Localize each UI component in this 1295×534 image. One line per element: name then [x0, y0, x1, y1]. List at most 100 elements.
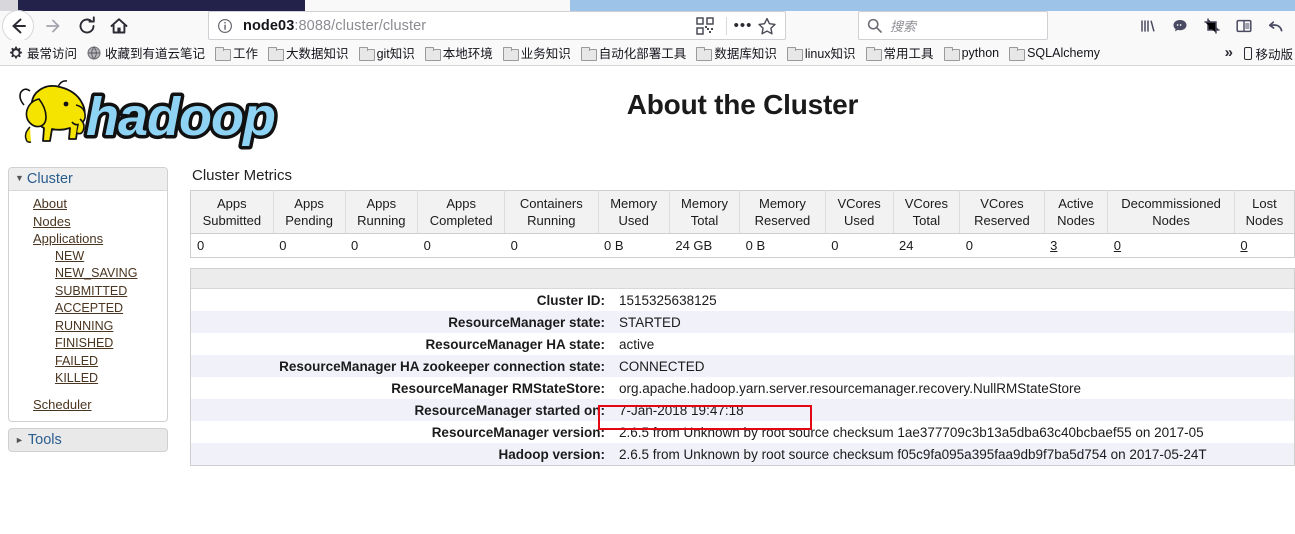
bookmark-item[interactable]: python	[939, 42, 1005, 64]
undo-icon[interactable]	[1268, 18, 1284, 39]
col-memory-total[interactable]: Memory Total	[668, 190, 740, 234]
chevron-right-icon: ►	[15, 435, 24, 445]
bookmark-label: python	[961, 45, 1000, 60]
bookmark-label: 常用工具	[883, 47, 934, 61]
bookmark-label: 业务知识	[520, 47, 571, 61]
table-row: ResourceManager HA state: active	[191, 333, 1294, 355]
link-active-nodes[interactable]: 3	[1050, 238, 1057, 253]
mobile-bookmarks-item[interactable]: 移动版	[1244, 44, 1293, 63]
sidebar-item-new-saving[interactable]: NEW_SAVING	[9, 265, 167, 283]
sidebar-cluster-links: About Nodes Applications NEW NEW_SAVING …	[9, 191, 167, 421]
reload-icon[interactable]	[74, 13, 100, 39]
sidebar-item-new[interactable]: NEW	[9, 248, 167, 266]
value-hadoop-version: 2.6.5 from Unknown by root source checks…	[613, 443, 1294, 465]
label-rm-version: ResourceManager version:	[191, 421, 613, 443]
pocket-icon[interactable]	[1172, 18, 1188, 39]
col-apps-submitted[interactable]: Apps Submitted	[190, 190, 274, 234]
url-path: :8088/cluster/cluster	[294, 17, 427, 34]
bookmark-item[interactable]: 最常访问	[4, 42, 82, 64]
sidebar-item-applications[interactable]: Applications	[9, 230, 167, 248]
bookmark-star-icon[interactable]	[757, 17, 779, 35]
col-lost-nodes[interactable]: Lost Nodes	[1233, 190, 1295, 234]
val-apps-submitted: 0	[190, 233, 274, 258]
col-vcores-reserved[interactable]: VCores Reserved	[959, 190, 1045, 234]
address-bar[interactable]: node03:8088/cluster/cluster •••	[208, 11, 786, 40]
folder-icon	[696, 46, 713, 61]
col-containers-running[interactable]: Containers Running	[504, 190, 598, 234]
sidebar-cluster-header[interactable]: ▼ Cluster	[9, 168, 167, 191]
page-title: About the Cluster	[626, 89, 859, 120]
reader-view-icon[interactable]	[1236, 18, 1252, 39]
label-rm-statestore: ResourceManager RMStateStore:	[191, 377, 613, 399]
active-tab-sliver[interactable]	[18, 0, 305, 11]
bookmark-item[interactable]: 自动化部署工具	[576, 42, 692, 64]
bookmark-item[interactable]: 业务知识	[498, 42, 576, 64]
bookmark-label: 大数据知识	[286, 47, 349, 61]
bookmark-item[interactable]: linux知识	[782, 42, 861, 64]
folder-icon	[943, 46, 960, 61]
screenshot-crop-icon[interactable]	[1204, 18, 1220, 39]
folder-icon	[1009, 46, 1026, 61]
sidebar-item-accepted[interactable]: ACCEPTED	[9, 300, 167, 318]
col-memory-used[interactable]: Memory Used	[597, 190, 670, 234]
col-apps-completed[interactable]: Apps Completed	[417, 190, 505, 234]
folder-icon	[580, 46, 597, 61]
col-apps-running[interactable]: Apps Running	[344, 190, 418, 234]
bookmark-label: 本地环境	[442, 47, 493, 61]
sidebar-tools-header[interactable]: ► Tools	[8, 428, 168, 452]
bookmarks-overflow-chevron[interactable]: »	[1225, 44, 1233, 61]
bookmark-label: linux知识	[804, 47, 856, 61]
bookmark-label: 最常访问	[27, 47, 78, 61]
bookmark-item[interactable]: SQLAlchemy	[1004, 42, 1105, 64]
table-row: ResourceManager version: 2.6.5 from Unkn…	[191, 421, 1294, 443]
bookmark-item[interactable]: git知识	[354, 42, 420, 64]
folder-icon	[358, 46, 375, 61]
val-containers-running: 0	[504, 233, 598, 258]
col-apps-pending[interactable]: Apps Pending	[272, 190, 346, 234]
bookmark-item[interactable]: 大数据知识	[263, 42, 354, 64]
qr-code-icon[interactable]	[696, 16, 714, 35]
bookmark-label: 数据库知识	[714, 47, 777, 61]
col-vcores-total[interactable]: VCores Total	[892, 190, 960, 234]
divider	[726, 16, 727, 35]
bookmark-item[interactable]: 常用工具	[861, 42, 939, 64]
forward-arrow-icon[interactable]	[40, 13, 66, 39]
home-icon[interactable]	[106, 13, 132, 39]
address-bar-actions: •••	[696, 16, 785, 35]
page-actions-icon[interactable]: •••	[733, 17, 753, 34]
sidebar-item-finished[interactable]: FINISHED	[9, 335, 167, 353]
bookmark-item[interactable]: 收藏到有道云笔记	[82, 42, 210, 64]
back-arrow-icon[interactable]	[6, 13, 32, 39]
bookmark-item[interactable]: 工作	[210, 42, 263, 64]
phone-icon	[1244, 47, 1253, 60]
sidebar-item-failed[interactable]: FAILED	[9, 353, 167, 371]
col-vcores-used[interactable]: VCores Used	[824, 190, 894, 234]
gear-icon	[9, 46, 23, 60]
sidebar-item-nodes[interactable]: Nodes	[9, 213, 167, 231]
bookmark-item[interactable]: 数据库知识	[691, 42, 782, 64]
table-header-row: Apps Submitted Apps Pending Apps Running…	[190, 190, 1295, 234]
table-row: ResourceManager RMStateStore: org.apache…	[191, 377, 1294, 399]
site-info-icon[interactable]	[217, 18, 233, 34]
search-bar[interactable]: 搜索	[858, 11, 1048, 40]
table-row: Hadoop version: 2.6.5 from Unknown by ro…	[191, 443, 1294, 465]
sidebar-item-about[interactable]: About	[9, 195, 167, 213]
link-lost-nodes[interactable]: 0	[1240, 238, 1247, 253]
sidebar-item-killed[interactable]: KILLED	[9, 370, 167, 388]
col-memory-reserved[interactable]: Memory Reserved	[739, 190, 826, 234]
col-decommissioned-nodes[interactable]: Decommissioned Nodes	[1107, 190, 1235, 234]
main-content: Cluster Metrics Apps Submitted Apps Pend…	[190, 167, 1295, 466]
library-icon[interactable]	[1140, 18, 1156, 39]
value-rm-statestore: org.apache.hadoop.yarn.server.resourcema…	[613, 377, 1294, 399]
sidebar-item-submitted[interactable]: SUBMITTED	[9, 283, 167, 301]
col-active-nodes[interactable]: Active Nodes	[1043, 190, 1108, 234]
sidebar-item-running[interactable]: RUNNING	[9, 318, 167, 336]
val-vcores-reserved: 0	[959, 233, 1045, 258]
bookmarks-bar: 最常访问 收藏到有道云笔记 工作 大数据知识 git知识 本地环境 业务知识 自…	[0, 40, 1295, 66]
sidebar-item-scheduler[interactable]: Scheduler	[9, 396, 167, 414]
link-decommissioned-nodes[interactable]: 0	[1114, 238, 1121, 253]
val-decommissioned-nodes: 0	[1107, 233, 1235, 258]
bookmark-label: git知识	[376, 47, 415, 61]
bookmark-item[interactable]: 本地环境	[420, 42, 498, 64]
